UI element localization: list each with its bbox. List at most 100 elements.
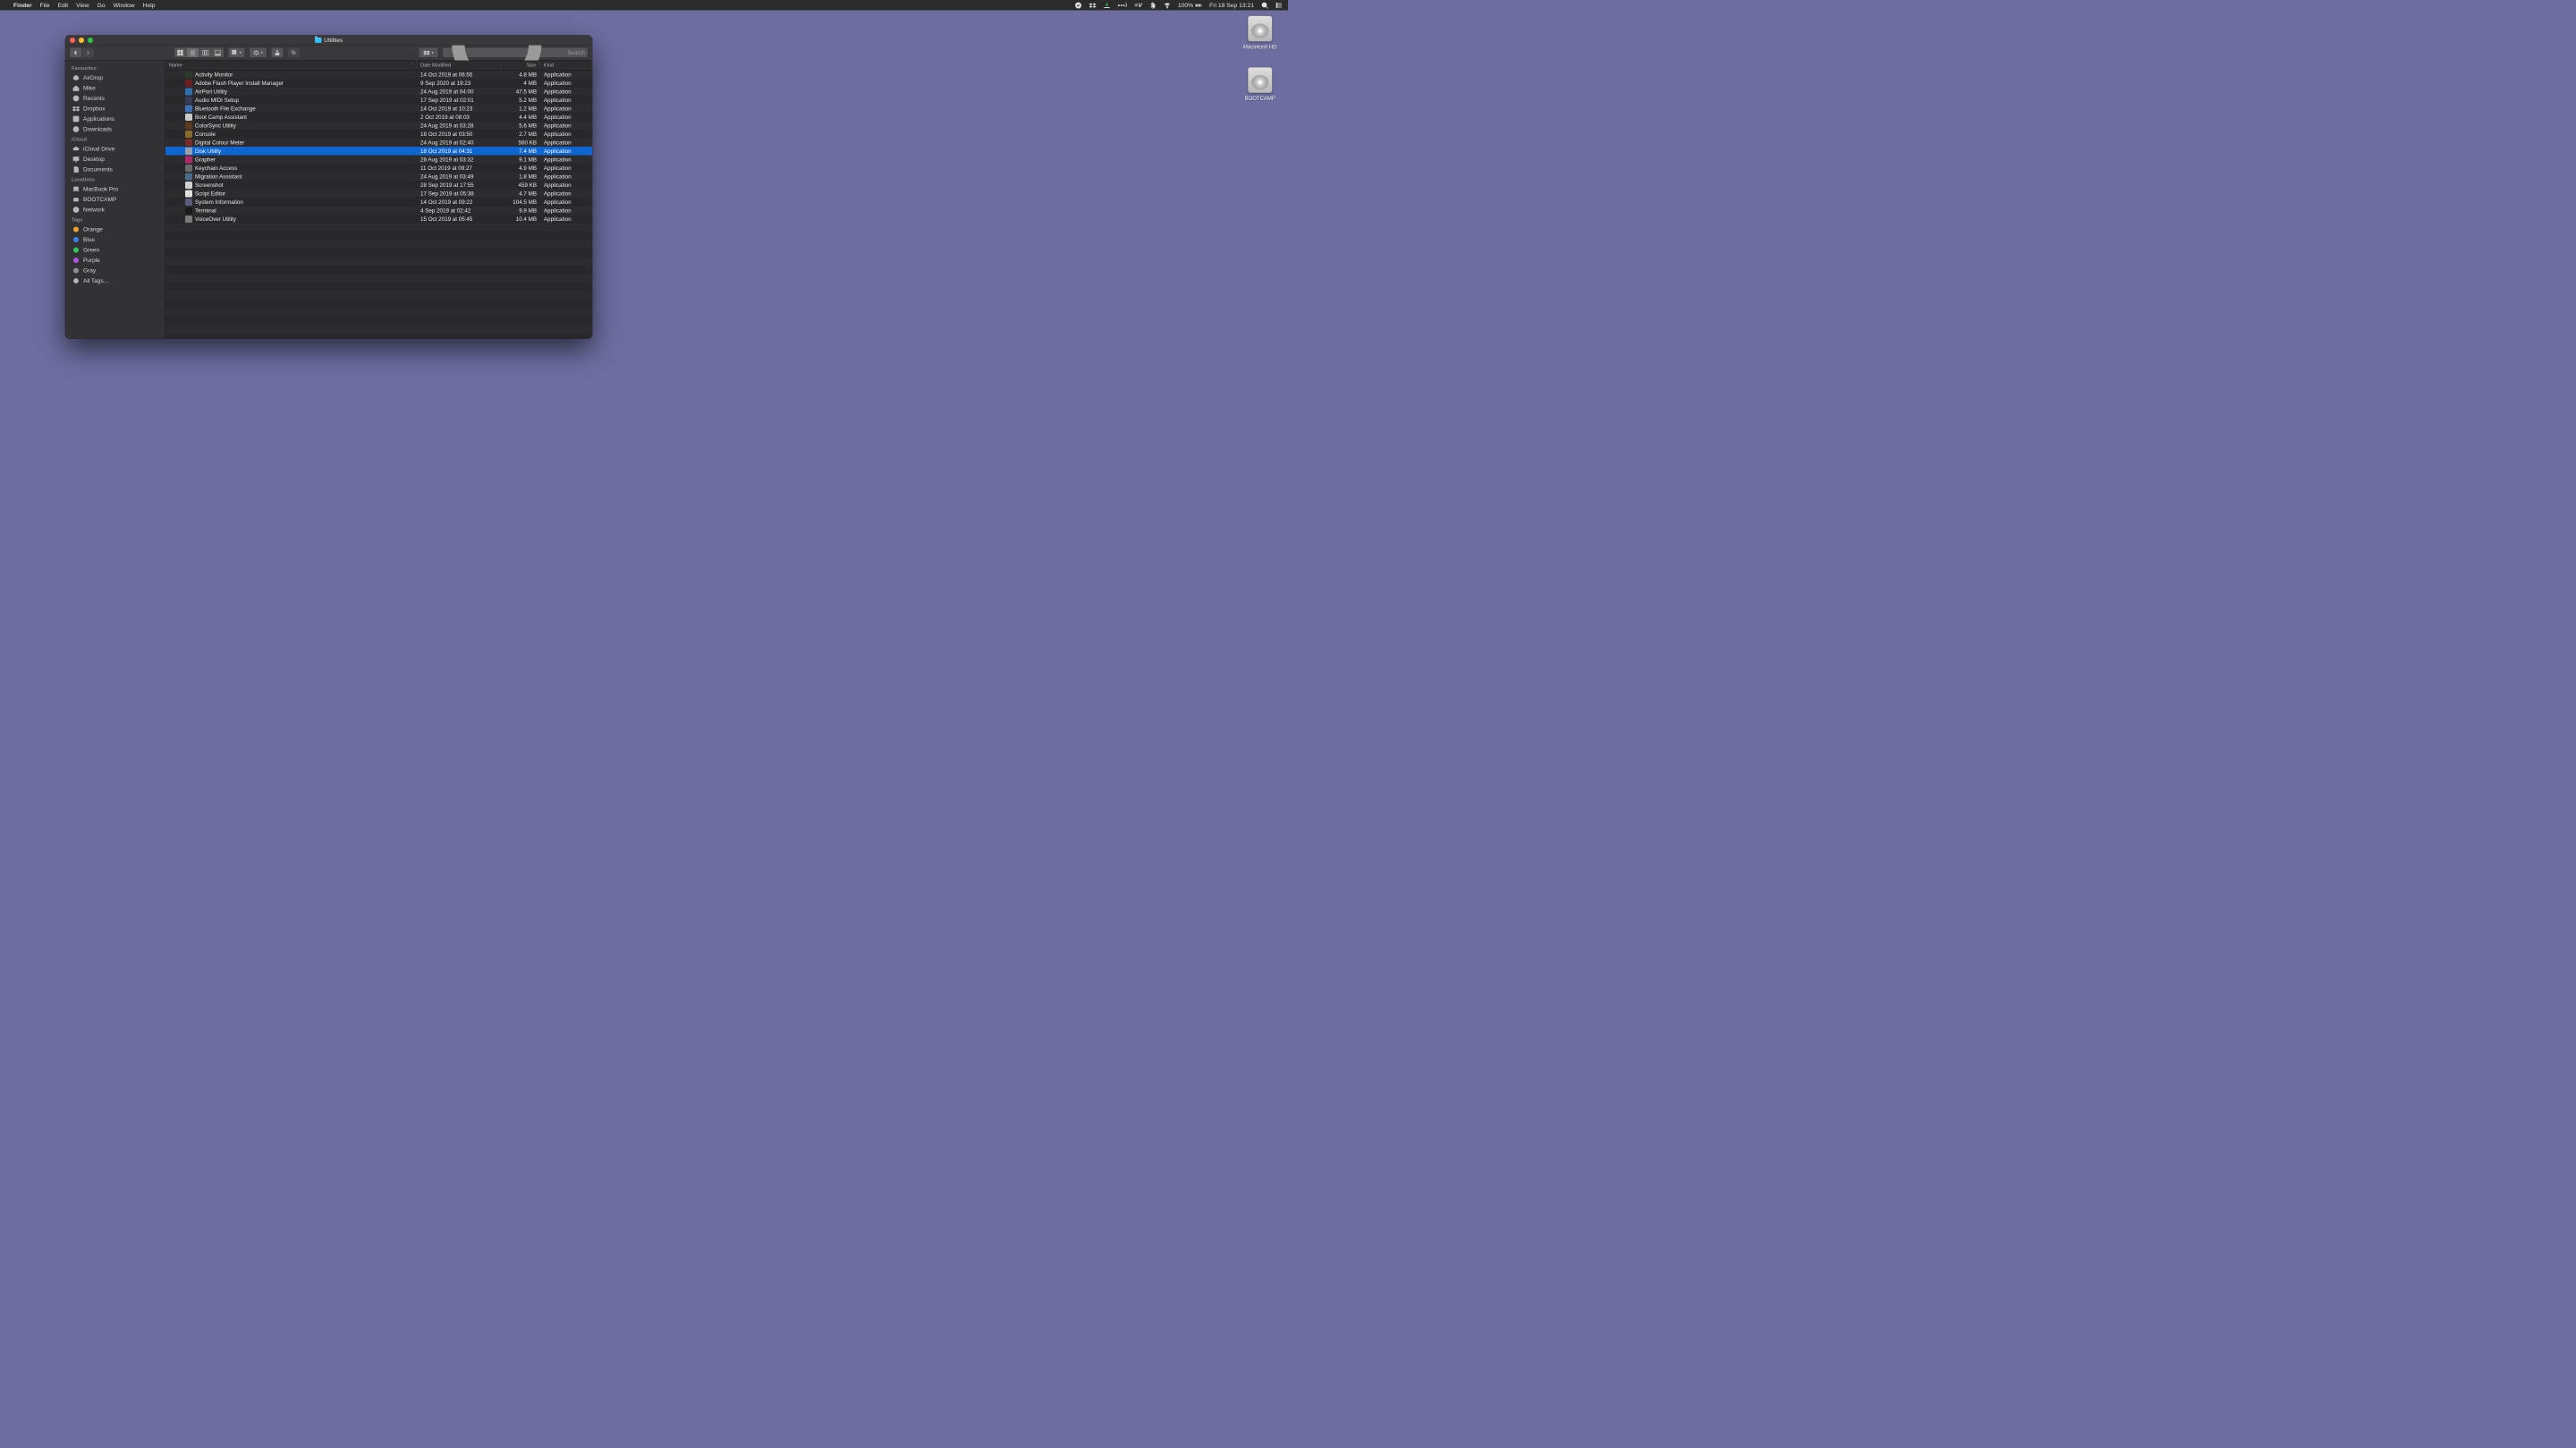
back-button[interactable] — [70, 47, 82, 58]
sidebar-label: MacBook Pro — [83, 186, 118, 193]
file-name: Console — [195, 131, 216, 137]
titlebar[interactable]: Utilities — [65, 36, 592, 46]
app-icon — [185, 173, 192, 180]
view-list-button[interactable] — [187, 47, 199, 58]
search-field[interactable]: Search — [443, 47, 589, 58]
menu-go[interactable]: Go — [97, 2, 106, 9]
sidebar-label: iCloud Drive — [83, 146, 114, 153]
forward-button[interactable] — [82, 47, 95, 58]
header-date[interactable]: Date Modified — [417, 61, 502, 71]
finder-window: Utilities ▾ ▾ ▾ Search — [65, 36, 592, 339]
download-icon[interactable] — [1104, 2, 1111, 9]
spotlight-icon[interactable] — [1261, 2, 1268, 9]
app-menu[interactable]: Finder — [13, 2, 32, 9]
sidebar-label: Recents — [83, 95, 105, 102]
file-row[interactable]: Digital Colour Meter24 Aug 2019 at 02:40… — [165, 139, 592, 148]
menu-edit[interactable]: Edit — [58, 2, 69, 9]
file-name: Adobe Flash Player Install Manager — [195, 80, 284, 86]
wifi-icon[interactable] — [1164, 2, 1171, 9]
battery-status[interactable]: 100% — [1178, 2, 1202, 9]
file-row[interactable]: Adobe Flash Player Install Manager9 Sep … — [165, 79, 592, 88]
search-placeholder: Search — [567, 49, 585, 55]
menu-window[interactable]: Window — [114, 2, 135, 9]
dropbox-icon[interactable] — [1089, 2, 1097, 9]
sidebar-item-icloud-drive[interactable]: iCloud Drive — [65, 144, 165, 155]
file-row[interactable]: Terminal4 Sep 2019 at 02:429.9 MBApplica… — [165, 207, 592, 216]
more-icon[interactable]: •••) — [1118, 2, 1128, 9]
sidebar-all-tags[interactable]: All Tags… — [65, 275, 165, 286]
file-row[interactable]: Console18 Oct 2019 at 03:502.7 MBApplica… — [165, 130, 592, 139]
view-columns-button[interactable] — [199, 47, 212, 58]
file-name: Boot Camp Assistant — [195, 114, 247, 120]
sidebar-item-applications[interactable]: Applications — [65, 114, 165, 124]
file-row[interactable]: VoiceOver Utility15 Oct 2019 at 05:4510.… — [165, 215, 592, 224]
sidebar-tag-green[interactable]: Green — [65, 245, 165, 256]
file-kind: Application — [540, 72, 592, 78]
file-name: Audio MIDI Setup — [195, 97, 239, 103]
desktop-drive-macintosh-hd[interactable]: Macintosh HD — [1239, 16, 1282, 51]
sidebar-item-documents[interactable]: Documents — [65, 165, 165, 175]
header-kind[interactable]: Kind — [540, 61, 592, 71]
empty-row — [165, 326, 592, 334]
file-row[interactable]: Keychain Access11 Oct 2019 at 09:274.9 M… — [165, 164, 592, 173]
file-size: 4.9 MB — [502, 165, 540, 171]
sidebar-tag-purple[interactable]: Purple — [65, 255, 165, 266]
sidebar-item-desktop[interactable]: Desktop — [65, 154, 165, 165]
sidebar-label: Mike — [83, 85, 96, 92]
file-kind: Application — [540, 191, 592, 197]
menu-view[interactable]: View — [76, 2, 89, 9]
sidebar-icon — [72, 84, 80, 91]
sidebar-item-network[interactable]: Network — [65, 205, 165, 216]
file-row[interactable]: Script Editor17 Sep 2019 at 05:384.7 MBA… — [165, 190, 592, 199]
sidebar-icon — [72, 95, 80, 102]
file-size: 1.2 MB — [502, 106, 540, 112]
sidebar-item-mike[interactable]: Mike — [65, 83, 165, 94]
file-kind: Application — [540, 80, 592, 86]
file-kind: Application — [540, 148, 592, 154]
view-gallery-button[interactable] — [212, 47, 225, 58]
sidebar-item-bootcamp[interactable]: BOOTCAMP — [65, 194, 165, 205]
menu-help[interactable]: Help — [143, 2, 156, 9]
sidebar-label: BOOTCAMP — [83, 196, 116, 203]
file-row[interactable]: ColorSync Utility24 Aug 2019 at 03:285.6… — [165, 122, 592, 131]
file-row[interactable]: System Information14 Oct 2019 at 09:2210… — [165, 198, 592, 207]
header-size[interactable]: Size — [502, 61, 540, 71]
file-size: 1.8 MB — [502, 174, 540, 180]
file-name: VoiceOver Utility — [195, 216, 236, 222]
desktop-drive-bootcamp[interactable]: BOOTCAMP — [1239, 67, 1282, 102]
file-row[interactable]: Migration Assistant24 Aug 2019 at 03:491… — [165, 173, 592, 182]
status-checkmark-icon[interactable] — [1075, 2, 1082, 9]
file-date: 18 Oct 2019 at 03:50 — [417, 131, 502, 137]
header-name[interactable]: Name ⌃ — [165, 61, 417, 71]
sidebar-item-airdrop[interactable]: AirDrop — [65, 72, 165, 83]
arrange-button[interactable]: ▾ — [228, 47, 245, 58]
file-kind: Application — [540, 140, 592, 146]
sidebar-item-macbook-pro[interactable]: MacBook Pro — [65, 184, 165, 195]
tags-button[interactable] — [288, 47, 301, 58]
file-row[interactable]: Disk Utility18 Oct 2019 at 04:317.4 MBAp… — [165, 147, 592, 156]
share-button[interactable] — [271, 47, 284, 58]
sidebar-item-dropbox[interactable]: Dropbox — [65, 104, 165, 114]
sidebar-item-recents[interactable]: Recents — [65, 93, 165, 104]
view-icons-button[interactable] — [174, 47, 187, 58]
file-row[interactable]: Audio MIDI Setup17 Sep 2019 at 02:015.2 … — [165, 96, 592, 105]
file-row[interactable]: Bluetooth File Exchange14 Oct 2019 at 10… — [165, 105, 592, 114]
bluetooth-icon[interactable] — [1149, 2, 1157, 9]
dropbox-toolbar-button[interactable]: ▾ — [419, 47, 438, 58]
sidebar-tag-blue[interactable]: Blue — [65, 234, 165, 245]
sidebar-tag-orange[interactable]: Orange — [65, 224, 165, 235]
tag-dot-icon — [73, 226, 79, 232]
sidebar-icon — [72, 115, 80, 123]
clock[interactable]: Fri 18 Sep 13:21 — [1209, 2, 1254, 9]
file-row[interactable]: Grapher28 Aug 2019 at 03:329.1 MBApplica… — [165, 156, 592, 165]
vpn-icon[interactable]: ≡V — [1134, 2, 1141, 9]
action-button[interactable]: ▾ — [250, 47, 267, 58]
file-row[interactable]: Boot Camp Assistant2 Oct 2019 at 08:034.… — [165, 113, 592, 122]
control-center-icon[interactable] — [1275, 2, 1283, 9]
file-row[interactable]: Activity Monitor14 Oct 2019 at 06:554.8 … — [165, 71, 592, 80]
menu-file[interactable]: File — [40, 2, 50, 9]
file-row[interactable]: AirPort Utility24 Aug 2019 at 04:0047.5 … — [165, 88, 592, 97]
sidebar-tag-gray[interactable]: Gray — [65, 266, 165, 276]
sidebar-item-downloads[interactable]: Downloads — [65, 124, 165, 135]
file-row[interactable]: Screenshot28 Sep 2019 at 17:55459 KBAppl… — [165, 181, 592, 190]
